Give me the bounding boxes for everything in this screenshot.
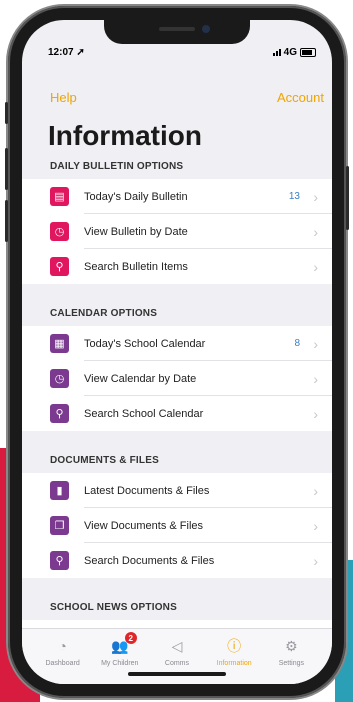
- list-item-search-bulletin-items[interactable]: ⚲ Search Bulletin Items ›: [22, 249, 332, 284]
- section-header-school-news: SCHOOL NEWS OPTIONS: [50, 602, 177, 613]
- tab-label: Comms: [164, 660, 190, 667]
- section-header-documents: DOCUMENTS & FILES: [50, 455, 159, 466]
- mute-switch: [5, 102, 8, 124]
- tab-label: Settings: [278, 660, 304, 667]
- chevron-right-icon: ›: [313, 370, 318, 387]
- count-badge: 8: [294, 338, 300, 349]
- list-item-label: View Calendar by Date: [84, 372, 197, 385]
- section-header-calendar: CALENDAR OPTIONS: [50, 308, 158, 319]
- volume-up-button: [5, 148, 8, 190]
- document-icon: ▤: [50, 187, 69, 206]
- help-button[interactable]: Help: [50, 90, 77, 105]
- list-item-label: Search School Calendar: [84, 407, 204, 420]
- search-icon: ⚲: [50, 404, 69, 423]
- list-item-label: Today's School Calendar: [84, 337, 206, 350]
- signal-icon: [272, 49, 281, 56]
- phone-screen: 12:07 ➚ 4G Help Account Information DAIL…: [22, 20, 332, 684]
- list-item-search-school-calendar[interactable]: ⚲ Search School Calendar ›: [22, 396, 332, 431]
- status-right: 4G: [272, 47, 316, 58]
- count-badge: 13: [288, 191, 300, 202]
- list-item-view-documents[interactable]: ❐ View Documents & Files ›: [22, 508, 332, 543]
- file-icon: ▮: [50, 481, 69, 500]
- top-nav: Help Account: [22, 90, 332, 110]
- calendar-clock-icon: ◷: [50, 369, 69, 388]
- list-item-label: View Bulletin by Date: [84, 225, 188, 238]
- list-item-label: Latest Documents & Files: [84, 484, 210, 497]
- list-item-label: Search Documents & Files: [84, 554, 215, 567]
- list-item-view-bulletin-by-date[interactable]: ◷ View Bulletin by Date ›: [22, 214, 332, 249]
- phone-frame: 12:07 ➚ 4G Help Account Information DAIL…: [5, 6, 349, 698]
- tab-label: Dashboard: [45, 660, 80, 667]
- list-item-label: Search Bulletin Items: [84, 260, 188, 273]
- tab-label: My Children: [101, 660, 139, 667]
- speaker: [159, 27, 195, 31]
- list-item-todays-school-calendar[interactable]: ▦ Today's School Calendar 8 ›: [22, 326, 332, 361]
- list-item-label: Today's Daily Bulletin: [84, 190, 188, 203]
- notification-badge: 2: [124, 632, 137, 644]
- list-item-todays-daily-bulletin[interactable]: ▤ Today's Daily Bulletin 13 ›: [22, 179, 332, 214]
- section-header-daily-bulletin: DAILY BULLETIN OPTIONS: [50, 161, 184, 172]
- files-icon: ❐: [50, 516, 69, 535]
- chevron-right-icon: ›: [313, 405, 318, 422]
- list-item-view-calendar-by-date[interactable]: ◷ View Calendar by Date ›: [22, 361, 332, 396]
- list-item-latest-documents[interactable]: ▮ Latest Documents & Files ›: [22, 473, 332, 508]
- home-indicator[interactable]: [128, 672, 226, 676]
- tab-dashboard[interactable]: ◔ Dashboard: [35, 629, 91, 684]
- account-button[interactable]: Account: [277, 90, 324, 105]
- search-icon: ⚲: [50, 257, 69, 276]
- chevron-right-icon: ›: [313, 552, 318, 569]
- info-icon: ⓘ: [227, 638, 242, 654]
- chevron-right-icon: ›: [313, 482, 318, 499]
- page-title: Information: [48, 120, 202, 151]
- search-icon: ⚲: [50, 551, 69, 570]
- calendar-icon: ▦: [50, 334, 69, 353]
- status-time: 12:07 ➚: [48, 47, 85, 58]
- calendar-clock-icon: ◷: [50, 222, 69, 241]
- dashboard-icon: ◔: [58, 638, 67, 654]
- section-documents: ▮ Latest Documents & Files › ❐ View Docu…: [22, 473, 332, 578]
- tab-settings[interactable]: ⚙ Settings: [263, 629, 319, 684]
- volume-down-button: [5, 200, 8, 242]
- chevron-right-icon: ›: [313, 517, 318, 534]
- megaphone-icon: ◁: [171, 637, 183, 654]
- section-daily-bulletin: ▤ Today's Daily Bulletin 13 › ◷ View Bul…: [22, 179, 332, 284]
- chevron-right-icon: ›: [313, 188, 318, 205]
- notch: [104, 20, 250, 44]
- camera: [202, 25, 210, 33]
- gear-icon: ⚙: [285, 637, 298, 654]
- list-item-label: View Documents & Files: [84, 519, 204, 532]
- chevron-right-icon: ›: [313, 258, 318, 275]
- section-school-news: [22, 620, 332, 628]
- section-calendar: ▦ Today's School Calendar 8 › ◷ View Cal…: [22, 326, 332, 431]
- tab-label: Information: [216, 660, 252, 667]
- list-item-search-documents[interactable]: ⚲ Search Documents & Files ›: [22, 543, 332, 578]
- power-button: [346, 166, 349, 230]
- network-label: 4G: [283, 47, 297, 58]
- chevron-right-icon: ›: [313, 223, 318, 240]
- battery-icon: [300, 48, 316, 57]
- chevron-right-icon: ›: [313, 335, 318, 352]
